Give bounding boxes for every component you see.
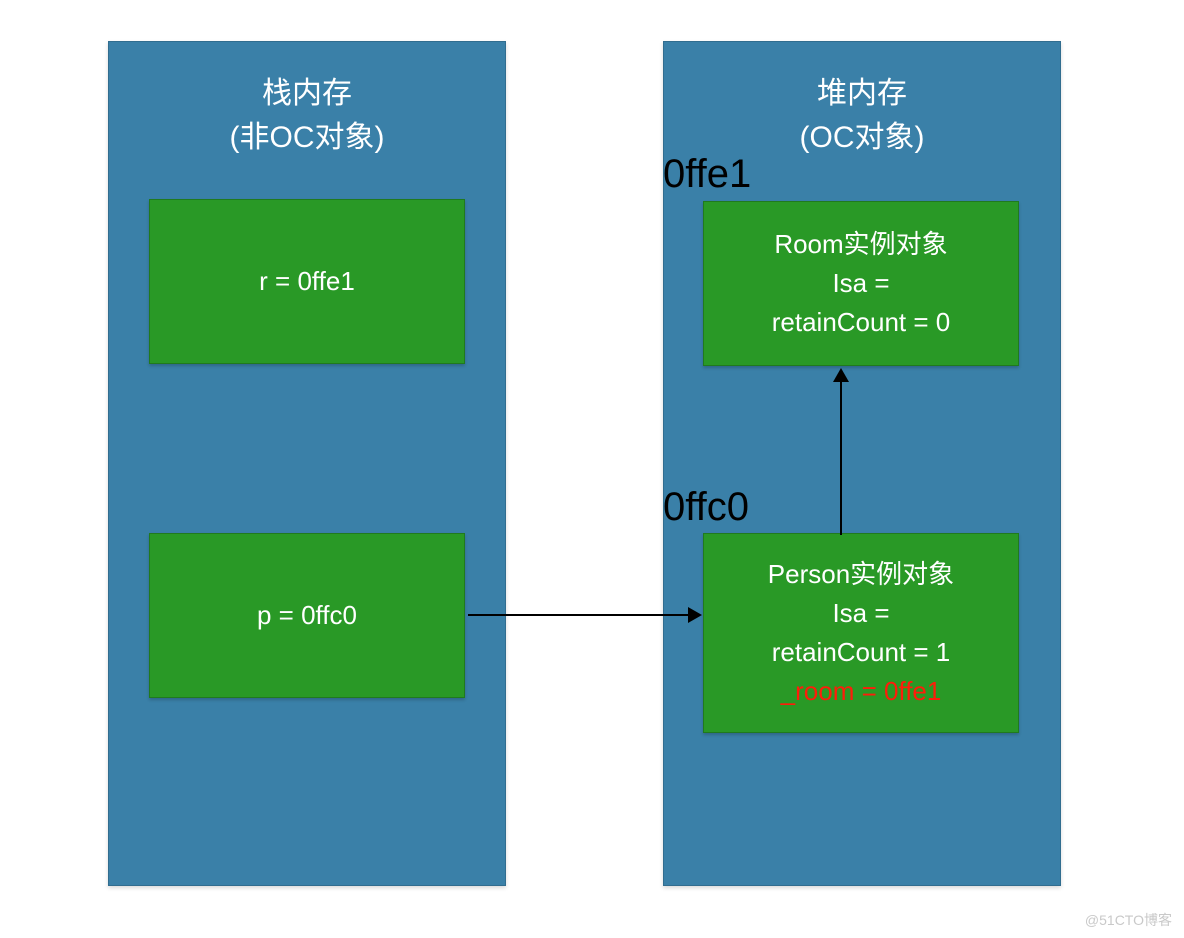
stack-var-r-text: r = 0ffe1 bbox=[150, 262, 464, 301]
watermark: @51CTO博客 bbox=[1085, 910, 1172, 930]
arrow-person-to-room bbox=[840, 380, 842, 535]
heap-title: 堆内存 (OC对象) bbox=[664, 42, 1060, 159]
heap-address-person: 0ffc0 bbox=[663, 485, 749, 530]
person-room-ptr: _room = 0ffe1 bbox=[704, 672, 1018, 711]
room-retain: retainCount = 0 bbox=[704, 303, 1018, 342]
stack-var-r: r = 0ffe1 bbox=[149, 199, 465, 364]
person-retain: retainCount = 1 bbox=[704, 633, 1018, 672]
arrow-person-to-room-head bbox=[833, 368, 849, 382]
heap-room-object: Room实例对象 Isa = retainCount = 0 bbox=[703, 201, 1019, 366]
stack-panel: 栈内存 (非OC对象) bbox=[108, 41, 506, 886]
stack-var-p-text: p = 0ffc0 bbox=[150, 596, 464, 635]
heap-person-object: Person实例对象 Isa = retainCount = 1 _room =… bbox=[703, 533, 1019, 733]
heap-address-room: 0ffe1 bbox=[663, 152, 751, 197]
person-isa: Isa = bbox=[704, 594, 1018, 633]
stack-var-p: p = 0ffc0 bbox=[149, 533, 465, 698]
person-title: Person实例对象 bbox=[704, 555, 1018, 594]
arrow-p-to-person-head bbox=[688, 607, 702, 623]
room-isa: Isa = bbox=[704, 264, 1018, 303]
arrow-p-to-person bbox=[468, 614, 690, 616]
stack-title: 栈内存 (非OC对象) bbox=[109, 42, 505, 159]
room-title: Room实例对象 bbox=[704, 225, 1018, 264]
